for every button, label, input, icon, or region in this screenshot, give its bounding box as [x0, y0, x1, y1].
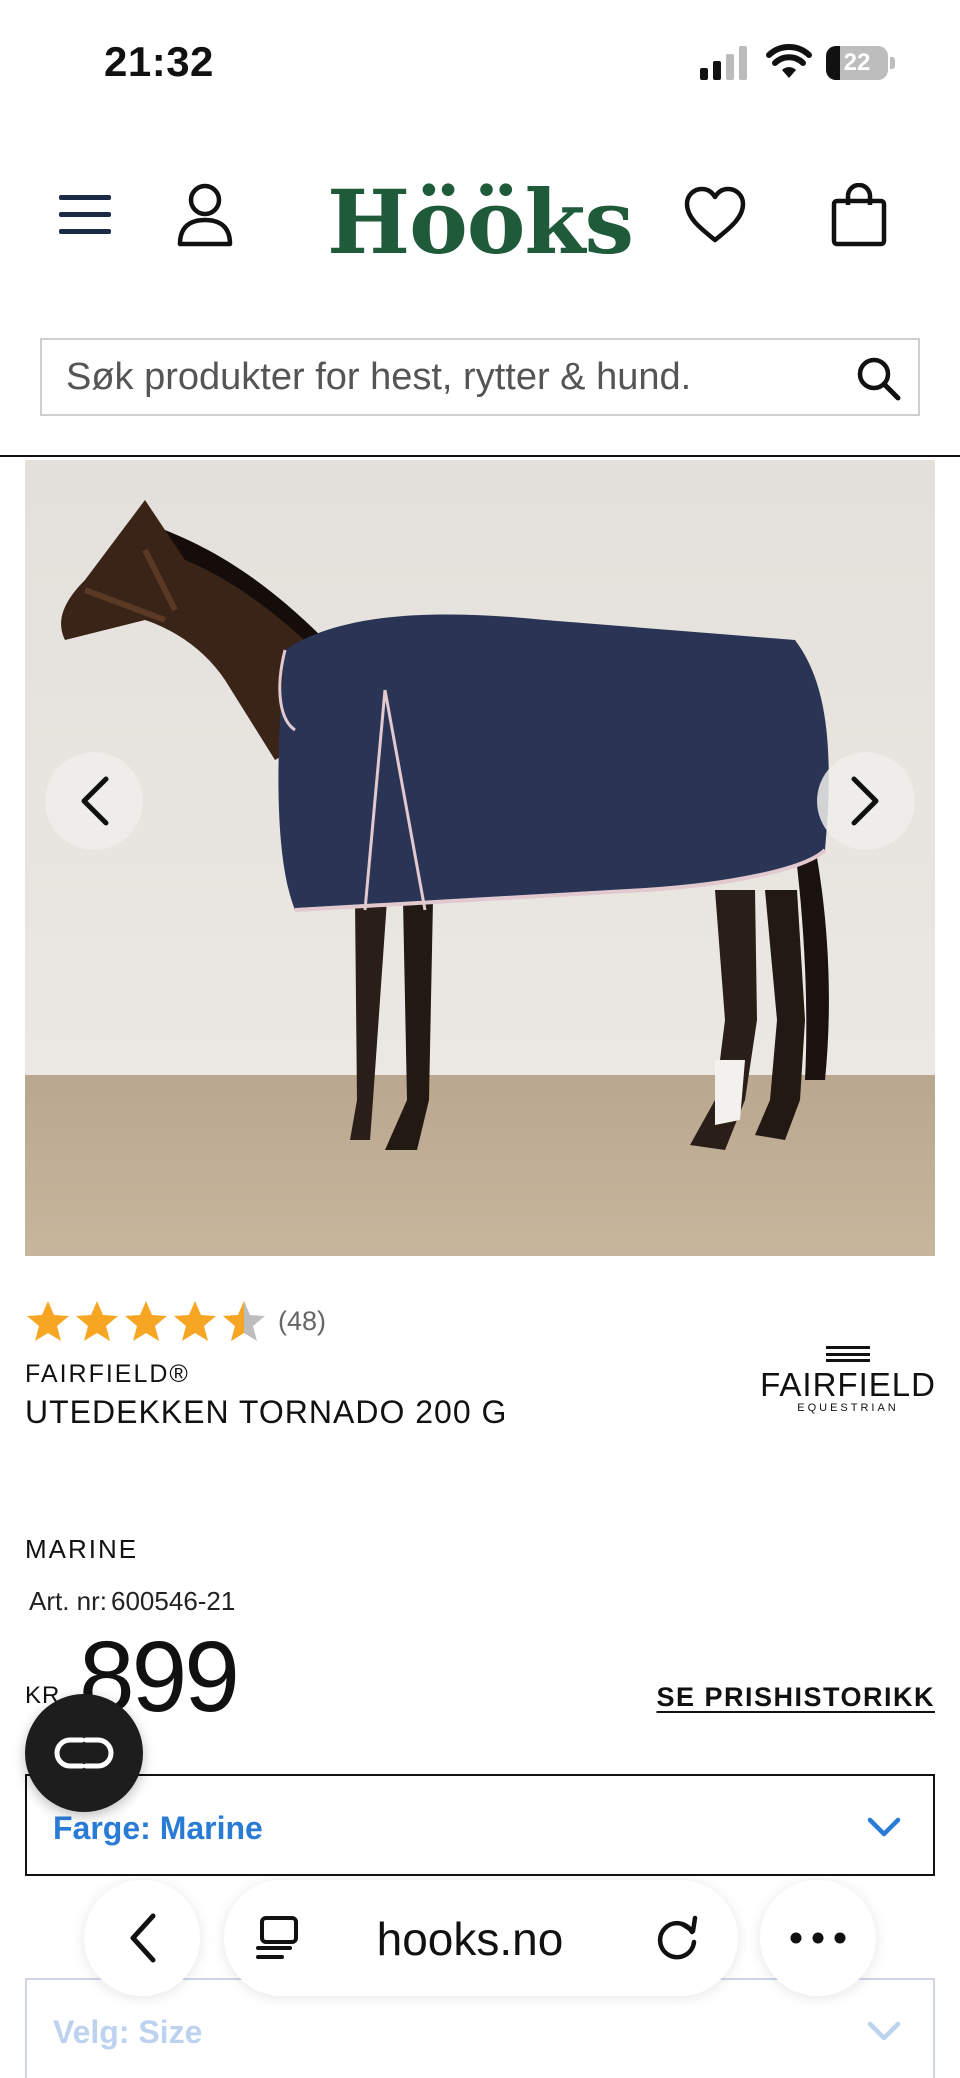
- menu-icon[interactable]: [50, 180, 120, 250]
- product-rating[interactable]: (48): [25, 1296, 326, 1346]
- product-photo: [25, 460, 935, 1256]
- shopping-bag-icon[interactable]: [824, 180, 894, 250]
- more-icon: [790, 1932, 846, 1944]
- product-brand[interactable]: FAIRFIELD®: [25, 1360, 190, 1389]
- site-header: Hööks: [0, 150, 960, 290]
- chevron-right-icon: [851, 776, 879, 826]
- star-icon: [125, 1301, 167, 1341]
- wishlist-heart-icon[interactable]: [680, 180, 750, 250]
- search-bar: [40, 338, 920, 416]
- article-number-value: 600546-21: [111, 1586, 236, 1616]
- browser-more-button[interactable]: [760, 1880, 876, 1996]
- article-number-label: Art. nr:: [29, 1586, 108, 1616]
- browser-back-button[interactable]: [84, 1880, 200, 1996]
- url-text: hooks.no: [376, 1913, 564, 1965]
- price-history-link[interactable]: SE PRISHISTORIKK: [656, 1682, 935, 1713]
- reload-icon[interactable]: [652, 1912, 702, 1962]
- chevron-left-icon: [130, 1913, 156, 1963]
- carousel-next-button[interactable]: [817, 752, 915, 850]
- chevron-down-icon: [867, 1817, 901, 1837]
- star-icon: [76, 1301, 118, 1341]
- brand-logo-wordmark: FAIRFIELD: [760, 1366, 936, 1403]
- status-bar: 21:32 22: [0, 0, 960, 120]
- carousel-prev-button[interactable]: [45, 752, 143, 850]
- search-input[interactable]: [66, 340, 846, 414]
- price-row: KR 899 SE PRISHISTORIKK: [25, 1620, 935, 1733]
- site-logo[interactable]: Hööks: [300, 170, 660, 274]
- chat-icon: [54, 1737, 114, 1769]
- chevron-left-icon: [81, 776, 109, 826]
- review-count: (48): [278, 1305, 327, 1336]
- product-title: UTEDEKKEN TORNADO 200 G: [25, 1394, 508, 1430]
- brand-logo[interactable]: FAIRFIELD EQUESTRIAN: [760, 1346, 936, 1426]
- cellular-signal-icon: [700, 46, 747, 80]
- battery-indicator: 22: [826, 46, 896, 80]
- product-color-name: MARINE: [25, 1534, 139, 1564]
- color-select-label: Farge: Marine: [53, 1810, 263, 1846]
- chat-button[interactable]: [25, 1694, 143, 1812]
- address-bar[interactable]: hooks.no: [224, 1880, 738, 1996]
- star-icon: [27, 1301, 69, 1341]
- half-star-icon: [223, 1301, 265, 1341]
- status-time: 21:32: [104, 38, 214, 85]
- battery-percentage: 22: [843, 49, 871, 76]
- chevron-down-icon: [867, 2021, 901, 2041]
- product-image-carousel[interactable]: [25, 460, 935, 1256]
- browser-toolbar: hooks.no: [0, 1870, 960, 2000]
- header-divider: [0, 455, 960, 457]
- wifi-icon: [766, 44, 812, 78]
- tabs-icon[interactable]: [254, 1914, 302, 1962]
- size-select-label: Velg: Size: [53, 2014, 203, 2050]
- brand-logo-subtitle: EQUESTRIAN: [797, 1402, 899, 1414]
- search-icon[interactable]: [854, 354, 902, 402]
- star-icon: [174, 1301, 216, 1341]
- account-icon[interactable]: [170, 180, 240, 250]
- color-select[interactable]: Farge: Marine: [25, 1774, 935, 1876]
- brand-logo-mark: [826, 1346, 870, 1362]
- article-number: Art. nr: 600546-21: [25, 1586, 235, 1617]
